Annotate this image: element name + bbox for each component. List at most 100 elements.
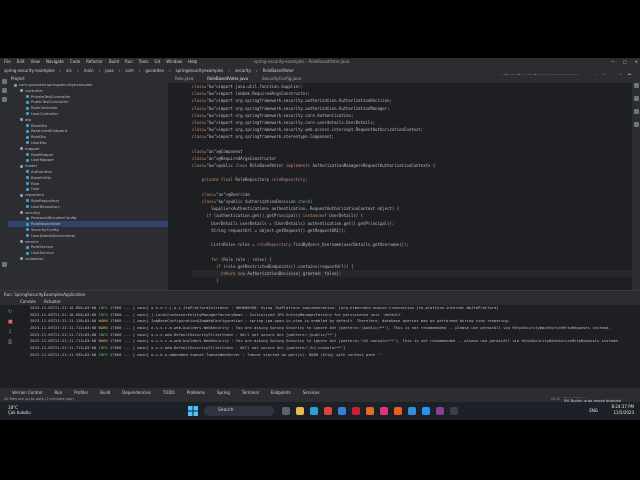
code-line[interactable]: class="an">@Component bbox=[192, 148, 632, 155]
code-line[interactable]: class="kw">import lombok.RequiredArgsCon… bbox=[192, 90, 632, 97]
code-line[interactable] bbox=[192, 234, 632, 241]
print-icon[interactable]: ⎙ bbox=[8, 339, 28, 345]
tool-tab-run[interactable]: Run bbox=[54, 390, 62, 395]
code-line[interactable]: UserDetails userDetails = (UserDetails) … bbox=[192, 220, 632, 227]
scroll-end-icon[interactable]: ⇩ bbox=[8, 329, 28, 335]
breadcrumb-item[interactable]: security bbox=[235, 68, 251, 73]
code-line[interactable]: if (role.getRestrictedEndpoints().contai… bbox=[192, 263, 632, 270]
code-line[interactable]: class="kw">import org.springframework.se… bbox=[192, 126, 632, 133]
jpa-buddy-icon[interactable] bbox=[633, 122, 639, 127]
editor-tab[interactable]: Role.java bbox=[168, 75, 200, 83]
breadcrumb-item[interactable]: gucardev bbox=[145, 68, 164, 73]
code-line[interactable]: if (authentication.get().getPrincipal() … bbox=[192, 212, 632, 219]
slack-icon[interactable] bbox=[436, 407, 444, 415]
vscode-icon[interactable] bbox=[408, 407, 416, 415]
editor-tab[interactable]: SecurityConfig.java bbox=[255, 75, 308, 83]
code-line[interactable]: class="an">@Override bbox=[192, 191, 632, 198]
menu-item-git[interactable]: Git bbox=[155, 59, 161, 64]
weather-widget[interactable]: 18°C Çok bulutlu bbox=[8, 405, 31, 415]
file-explorer-icon[interactable] bbox=[296, 407, 304, 415]
code-line[interactable]: } bbox=[192, 277, 632, 284]
breadcrumb-item[interactable]: src bbox=[66, 68, 72, 73]
edge-icon[interactable] bbox=[310, 407, 318, 415]
code-line[interactable]: class="kw">import org.springframework.se… bbox=[192, 119, 632, 126]
menu-item-window[interactable]: Window bbox=[166, 59, 182, 64]
menu-item-file[interactable]: File bbox=[4, 59, 11, 64]
code-line[interactable] bbox=[192, 169, 632, 176]
pull-requests-icon[interactable] bbox=[1, 97, 7, 102]
breadcrumb-item[interactable]: com bbox=[125, 68, 134, 73]
code-line[interactable]: List<Role> roles = roleRepository.findBy… bbox=[192, 241, 632, 248]
code-line[interactable]: return new AuthorizationDecision( grante… bbox=[192, 269, 632, 278]
gradle-icon[interactable] bbox=[633, 109, 639, 114]
code-line[interactable]: class="kw">import org.springframework.se… bbox=[192, 97, 632, 104]
code-line[interactable]: class="kw">import org.springframework.se… bbox=[192, 105, 632, 112]
breadcrumb-item[interactable]: springsecurityexamples bbox=[176, 68, 224, 73]
firefox-icon[interactable] bbox=[366, 407, 374, 415]
store-icon[interactable] bbox=[338, 407, 346, 415]
code-line[interactable]: class="kw">import java.util.function.Sup… bbox=[192, 83, 632, 90]
minimize-icon[interactable]: — bbox=[611, 59, 615, 64]
tool-tab-terminal[interactable]: Terminal bbox=[242, 390, 259, 395]
menu-item-help[interactable]: Help bbox=[188, 59, 197, 64]
code-line[interactable]: class="kw">import org.springframework.se… bbox=[192, 112, 632, 119]
menu-item-code[interactable]: Code bbox=[70, 59, 80, 64]
code-area[interactable]: class="kw">import java.util.function.Sup… bbox=[192, 83, 632, 290]
notifications-icon[interactable] bbox=[633, 83, 639, 88]
tool-tab-profiler[interactable]: Profiler bbox=[74, 390, 88, 395]
menu-item-refactor[interactable]: Refactor bbox=[86, 59, 103, 64]
chrome-icon[interactable] bbox=[324, 407, 332, 415]
tool-tab-dependencies[interactable]: Dependencies bbox=[122, 390, 150, 395]
tool-tab-build[interactable]: Build bbox=[100, 390, 110, 395]
code-line[interactable]: for (Role role : roles) { bbox=[192, 256, 632, 263]
code-line[interactable]: private final RoleRepository roleReposit… bbox=[192, 176, 632, 183]
tool-tab-spring[interactable]: Spring bbox=[217, 390, 230, 395]
run-tab-actuator[interactable]: Actuator bbox=[44, 299, 61, 304]
run-target[interactable]: SpringSecurityExamplesApplication bbox=[14, 292, 85, 297]
task-view-icon[interactable] bbox=[282, 407, 290, 415]
language-indicator[interactable]: ENG bbox=[589, 408, 598, 414]
stop-run-icon[interactable]: ■ bbox=[8, 319, 28, 325]
menu-item-tools[interactable]: Tools bbox=[139, 59, 149, 64]
menu-item-edit[interactable]: Edit bbox=[17, 59, 25, 64]
commit-tool-icon[interactable] bbox=[1, 88, 7, 93]
breadcrumb-item[interactable]: main bbox=[84, 68, 94, 73]
taskbar-search[interactable]: Search bbox=[204, 406, 274, 416]
code-line[interactable]: Supplier<Authentication> authentication,… bbox=[192, 205, 632, 212]
postman-icon[interactable] bbox=[394, 407, 402, 415]
tool-tab-todo[interactable]: TODO bbox=[163, 390, 175, 395]
docker-icon[interactable] bbox=[422, 407, 430, 415]
project-tool-icon[interactable] bbox=[1, 79, 7, 84]
tool-tab-endpoints[interactable]: Endpoints bbox=[271, 390, 291, 395]
rerun-icon[interactable]: ↻ bbox=[8, 309, 28, 315]
code-line[interactable]: class="kw">public AuthorizationDecision … bbox=[192, 198, 632, 205]
terminal-icon[interactable] bbox=[450, 407, 458, 415]
opera-icon[interactable] bbox=[352, 407, 360, 415]
code-line[interactable]: class="kw">import org.springframework.st… bbox=[192, 133, 632, 140]
system-tray[interactable]: ENG 8:24:37 PM 11/5/2023 bbox=[589, 404, 634, 416]
breadcrumb-item[interactable]: java bbox=[105, 68, 113, 73]
intellij-icon[interactable] bbox=[380, 407, 388, 415]
tool-tab-problems[interactable]: Problems bbox=[187, 390, 205, 395]
run-tab-console[interactable]: Console bbox=[20, 299, 36, 304]
menu-item-navigate[interactable]: Navigate bbox=[46, 59, 64, 64]
breadcrumb-item[interactable]: RoleBasedVoter bbox=[263, 68, 294, 73]
code-line[interactable] bbox=[192, 184, 632, 191]
tool-tab-version-control[interactable]: Version Control bbox=[12, 390, 42, 395]
code-line[interactable] bbox=[192, 248, 632, 255]
menu-item-build[interactable]: Build bbox=[109, 59, 119, 64]
windows-start-icon[interactable] bbox=[188, 406, 198, 416]
structure-tool-icon[interactable] bbox=[1, 262, 7, 267]
breadcrumb-item[interactable]: spring-security-examples bbox=[4, 68, 55, 73]
maximize-icon[interactable]: □ bbox=[623, 59, 627, 64]
code-line[interactable]: String requestUrl = object.getRequest().… bbox=[192, 227, 632, 234]
code-line[interactable] bbox=[192, 141, 632, 148]
code-line[interactable]: class="kw">public class RoleBasedVoter i… bbox=[192, 162, 632, 169]
code-editor[interactable]: class="kw">import java.util.function.Sup… bbox=[168, 83, 632, 290]
database-icon[interactable] bbox=[633, 96, 639, 101]
project-tree-item[interactable]: validation bbox=[8, 256, 168, 262]
tool-tab-services[interactable]: Services bbox=[303, 390, 320, 395]
close-icon[interactable]: ✕ bbox=[635, 59, 638, 64]
code-line[interactable]: class="an">@RequiredArgsConstructor bbox=[192, 155, 632, 162]
menu-item-view[interactable]: View bbox=[30, 59, 40, 64]
